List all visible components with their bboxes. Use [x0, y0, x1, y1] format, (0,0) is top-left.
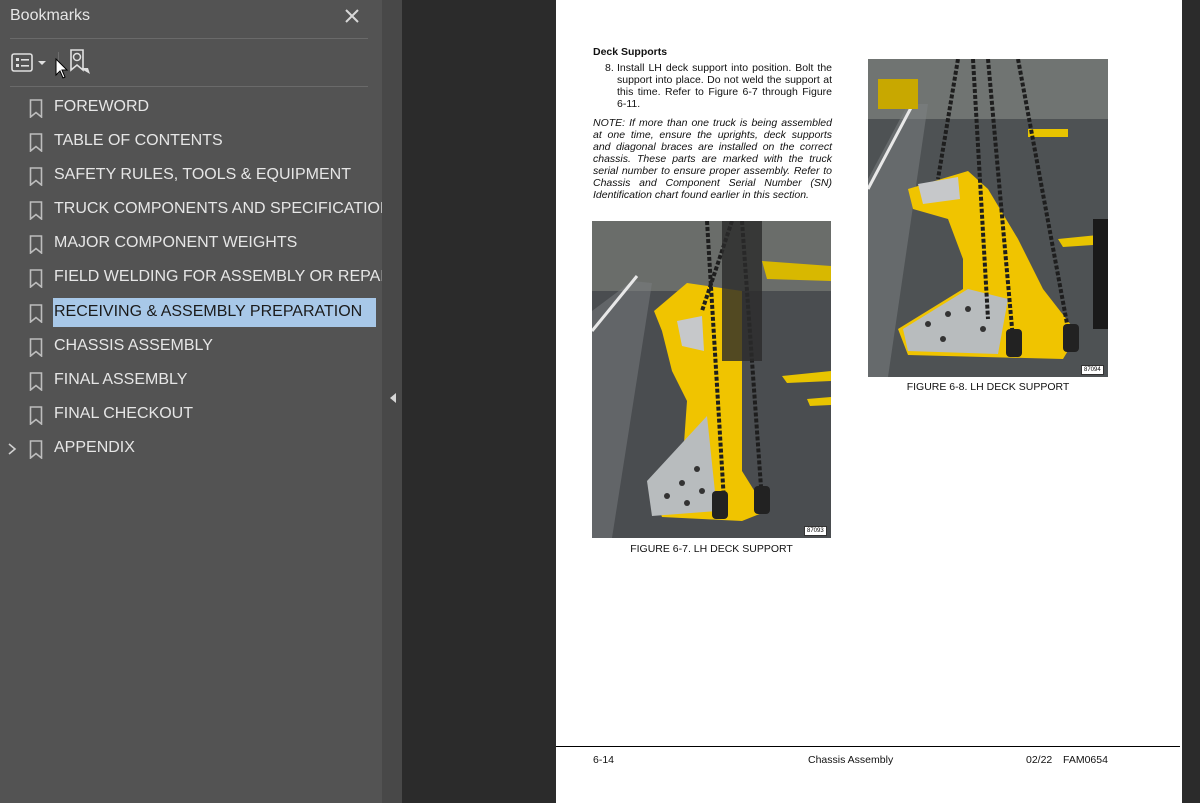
bookmark-label: TRUCK COMPONENTS AND SPECIFICATIONS [54, 200, 403, 217]
bookmark-label: TABLE OF CONTENTS [54, 132, 223, 149]
figure-6-8-photo: 87094 [868, 59, 1108, 377]
bookmarks-header: Bookmarks [0, 0, 382, 36]
bookmark-label: FOREWORD [54, 98, 150, 115]
deck-support-photo [592, 221, 831, 538]
chevron-left-icon[interactable] [388, 391, 398, 405]
photo-id: 87094 [1081, 365, 1104, 375]
step-number: 8. [605, 62, 614, 74]
bookmark-foreword[interactable]: FOREWORD [0, 92, 382, 124]
bookmark-icon [29, 167, 43, 186]
bookmark-final-checkout[interactable]: FINAL CHECKOUT [0, 399, 382, 431]
bookmark-label: FINAL ASSEMBLY [54, 371, 188, 388]
bookmark-label: SAFETY RULES, TOOLS & EQUIPMENT [54, 166, 351, 183]
bookmark-icon [29, 269, 43, 288]
bookmark-icon [29, 406, 43, 425]
document-page: Deck Supports 8. Install LH deck support… [556, 0, 1182, 803]
panel-title: Bookmarks [10, 7, 91, 24]
list-options-icon[interactable] [10, 51, 50, 75]
bookmark-table-of-contents[interactable]: TABLE OF CONTENTS [0, 126, 382, 158]
bookmark-label: FINAL CHECKOUT [54, 405, 193, 422]
bookmark-icon [29, 201, 43, 220]
bookmark-icon [29, 235, 43, 254]
bookmark-icon [29, 338, 43, 357]
footer-date: 02/22 [1026, 754, 1053, 766]
bookmark-truck-components[interactable]: TRUCK COMPONENTS AND SPECIFICATIONS [0, 194, 402, 226]
bookmark-icon [29, 304, 43, 323]
bookmark-chassis-assembly[interactable]: CHASSIS ASSEMBLY [0, 331, 382, 363]
photo-id: 87093 [804, 526, 827, 536]
new-bookmark-icon[interactable] [66, 48, 94, 76]
note-text: NOTE: If more than one truck is being as… [593, 117, 832, 201]
step-text: Install LH deck support into position. B… [617, 62, 832, 110]
bookmark-receiving-assembly-preparation[interactable]: RECEIVING & ASSEMBLY PREPARATION [0, 297, 382, 329]
bookmark-label: FIELD WELDING FOR ASSEMBLY OR REPAIR [54, 268, 397, 285]
bookmark-icon [29, 372, 43, 391]
bookmark-label: APPENDIX [54, 439, 135, 456]
footer-section: Chassis Assembly [808, 754, 894, 766]
figure-caption: FIGURE 6-7. LH DECK SUPPORT [630, 543, 793, 555]
bookmark-icon [29, 99, 43, 118]
bookmark-icon [29, 133, 43, 152]
figure-caption: FIGURE 6-8. LH DECK SUPPORT [906, 381, 1070, 393]
bookmark-label: RECEIVING & ASSEMBLY PREPARATION [54, 303, 363, 320]
bookmark-label: CHASSIS ASSEMBLY [54, 337, 213, 354]
bookmark-field-welding[interactable]: FIELD WELDING FOR ASSEMBLY OR REPAIR [0, 262, 396, 294]
deck-support-photo [868, 59, 1108, 377]
bookmark-label: MAJOR COMPONENT WEIGHTS [54, 234, 298, 251]
mouse-cursor-icon [55, 58, 69, 79]
chevron-right-icon[interactable] [6, 442, 18, 456]
footer-divider [556, 746, 1180, 747]
bookmark-final-assembly[interactable]: FINAL ASSEMBLY [0, 365, 382, 397]
bookmark-safety-rules[interactable]: SAFETY RULES, TOOLS & EQUIPMENT [0, 160, 382, 192]
divider [10, 38, 368, 39]
close-icon[interactable] [341, 5, 363, 27]
footer-code: FAM0654 [1063, 754, 1108, 766]
bookmark-appendix[interactable]: APPENDIX [0, 433, 382, 465]
footer-page-number: 6-14 [593, 754, 615, 766]
bookmark-major-component-weights[interactable]: MAJOR COMPONENT WEIGHTS [0, 228, 382, 260]
figure-6-7-photo: 87093 [592, 221, 831, 538]
bookmark-icon [29, 440, 43, 459]
divider [10, 86, 368, 87]
section-title: Deck Supports [593, 46, 668, 58]
bookmarks-panel: Bookmarks FOREWORD TABLE OF CONTENTS SAF… [0, 0, 402, 803]
